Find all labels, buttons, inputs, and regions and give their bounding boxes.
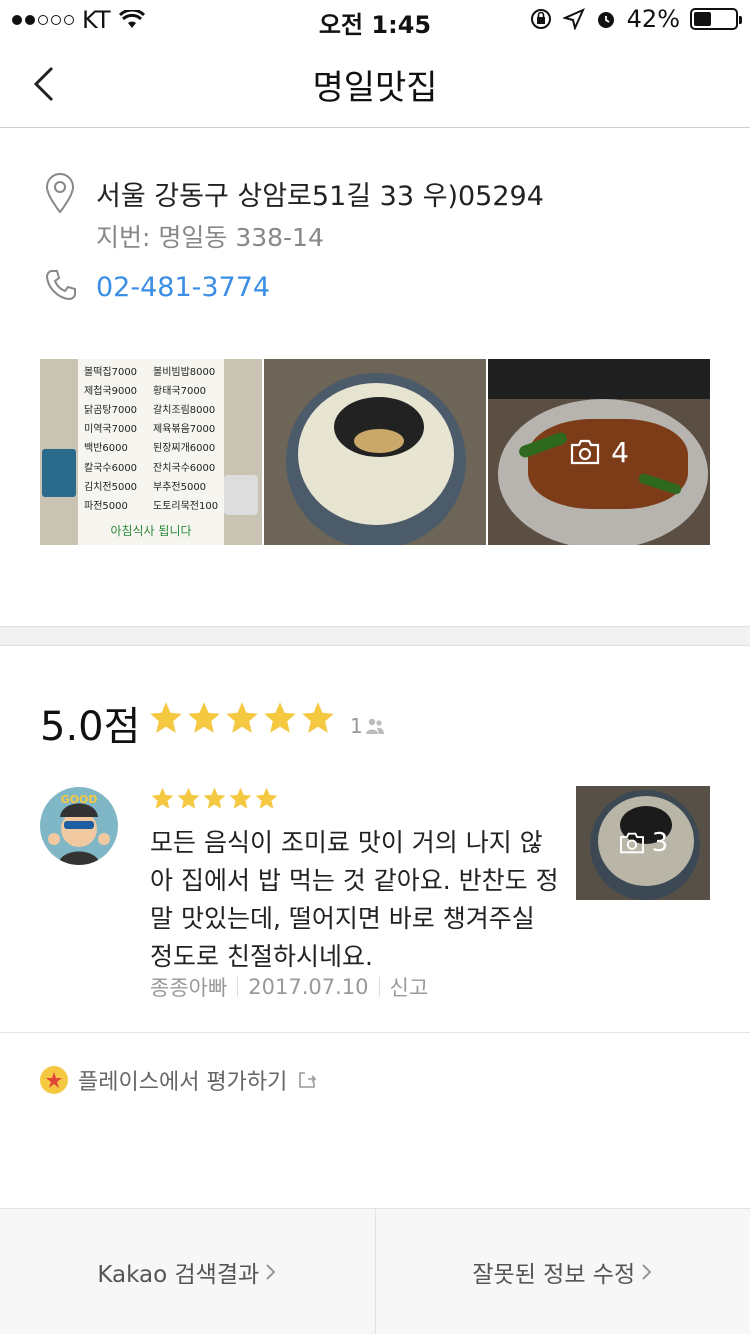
report-wrong-info-label: 잘못된 정보 수정 xyxy=(472,1261,636,1288)
review-text: 모든 음식이 조미료 맛이 거의 나지 않아 집에서 밥 먹는 것 같아요. 반… xyxy=(150,828,559,971)
star-icon xyxy=(150,702,182,733)
report-link[interactable]: 신고 xyxy=(390,972,429,1002)
bucket-shape xyxy=(42,449,76,497)
more-photos-count: 4 xyxy=(611,435,629,469)
photo-menu-board[interactable]: 볼떡집7000 볼비빔밥8000 제첩국9000 황태국7000 닭곰탕7000 갈치조림… xyxy=(40,359,262,545)
review-date: 2017.07.10 xyxy=(248,975,369,999)
menu-board-item: 백반6000 xyxy=(84,443,128,455)
orientation-lock-icon xyxy=(530,9,551,29)
review-author[interactable]: 종종아빠 xyxy=(150,972,227,1002)
menu-board-item: 잔치국수6000 xyxy=(153,462,216,474)
meta-divider xyxy=(378,977,380,997)
status-right: 42% xyxy=(529,5,742,33)
review-photo-overlay: 3 xyxy=(576,786,710,900)
jibun-address: 지번: 명일동 338-14 xyxy=(96,223,324,252)
pot-shape xyxy=(224,475,258,515)
page-title: 명일맛집 xyxy=(312,68,438,108)
menu-board-item: 된장찌개6000 xyxy=(153,443,216,455)
alarm-icon xyxy=(597,12,614,28)
location-arrow-icon xyxy=(562,8,585,30)
section-divider xyxy=(0,626,750,646)
phone-number-link[interactable]: 02-481-3774 xyxy=(96,272,270,303)
menu-board: 볼떡집7000 볼비빔밥8000 제첩국9000 황태국7000 닭곰탕7000 갈치조림… xyxy=(78,359,224,545)
sesame-shape xyxy=(354,429,404,453)
review-stars xyxy=(150,786,279,811)
phone-icon xyxy=(45,270,76,301)
star-icon xyxy=(188,702,220,733)
report-wrong-info-button[interactable]: 잘못된 정보 수정 xyxy=(374,1209,750,1334)
menu-board-item: 황태국7000 xyxy=(153,386,207,398)
location-pin-icon xyxy=(45,173,75,214)
menu-board-item: 닭곰탕7000 xyxy=(84,405,138,417)
bottom-links: Kakao 검색결과 잘못된 정보 수정 xyxy=(0,1208,750,1334)
meta-divider xyxy=(237,977,239,997)
menu-board-item: 제육볶음7000 xyxy=(153,424,216,436)
menu-board-item: 제첩국9000 xyxy=(84,386,138,398)
menu-board-item: 파전5000 xyxy=(84,500,128,512)
reviewer-count-value: 1 xyxy=(350,714,363,738)
chevron-right-icon xyxy=(642,1263,652,1280)
navigation-bar: 명일맛집 xyxy=(0,40,750,128)
menu-board-item: 칼국수6000 xyxy=(84,462,138,474)
star-icon xyxy=(255,787,278,809)
people-icon xyxy=(365,718,384,734)
avatar-illustration: GOOD xyxy=(48,793,110,865)
menu-board-item: 갈치조림8000 xyxy=(153,405,216,417)
place-star-icon xyxy=(40,1066,68,1094)
reviewer-count: 1 xyxy=(350,714,385,738)
menu-board-footer: 아침식사 됩니다 xyxy=(110,523,192,538)
photo-stir-fry[interactable]: 4 xyxy=(488,359,710,545)
chevron-right-icon xyxy=(266,1263,276,1280)
review-divider xyxy=(0,1032,750,1033)
svg-text:GOOD: GOOD xyxy=(61,793,98,806)
star-icon xyxy=(177,787,200,809)
photo-noodle-soup[interactable] xyxy=(264,359,486,545)
rating-score: 5.0점 xyxy=(40,704,141,750)
menu-board-item: 볼떡집7000 xyxy=(84,367,138,378)
battery-icon xyxy=(690,8,742,30)
avatar[interactable]: GOOD xyxy=(40,787,118,865)
more-photos-overlay[interactable]: 4 xyxy=(488,359,710,545)
battery-percent: 42% xyxy=(626,5,680,33)
star-icon xyxy=(151,787,174,809)
place-rate-link[interactable]: 플레이스에서 평가하기 xyxy=(40,1064,317,1096)
review-meta: 종종아빠 2017.07.10 신고 xyxy=(150,972,428,1002)
camera-icon xyxy=(619,832,644,854)
rating-stars xyxy=(148,700,336,736)
star-icon xyxy=(302,702,334,733)
status-bar: KT 오전 1:45 42% xyxy=(0,0,750,40)
menu-board-item: 미역국7000 xyxy=(84,424,138,436)
camera-icon xyxy=(570,439,600,465)
external-link-icon xyxy=(299,1072,317,1088)
review-photo-count: 3 xyxy=(651,828,669,858)
menu-board-item: 김치전5000 xyxy=(84,481,138,493)
star-icon xyxy=(226,702,258,733)
place-link-label: 플레이스에서 평가하기 xyxy=(78,1070,288,1095)
star-icon xyxy=(264,702,296,733)
review-photo[interactable]: 3 xyxy=(576,786,710,900)
menu-board-item: 도토리묵전10000 xyxy=(153,500,218,512)
menu-board-item: 부추전5000 xyxy=(153,481,207,493)
photo-strip: 볼떡집7000 볼비빔밥8000 제첩국9000 황태국7000 닭곰탕7000 갈치조림… xyxy=(40,359,710,545)
menu-board-item: 볼비빔밥8000 xyxy=(153,367,216,378)
star-icon xyxy=(203,787,226,809)
kakao-search-button[interactable]: Kakao 검색결과 xyxy=(0,1209,375,1334)
star-icon xyxy=(229,787,252,809)
address[interactable]: 서울 강동구 상암로51길 33 우)05294 xyxy=(96,174,544,213)
kakao-search-label: Kakao 검색결과 xyxy=(97,1261,260,1288)
